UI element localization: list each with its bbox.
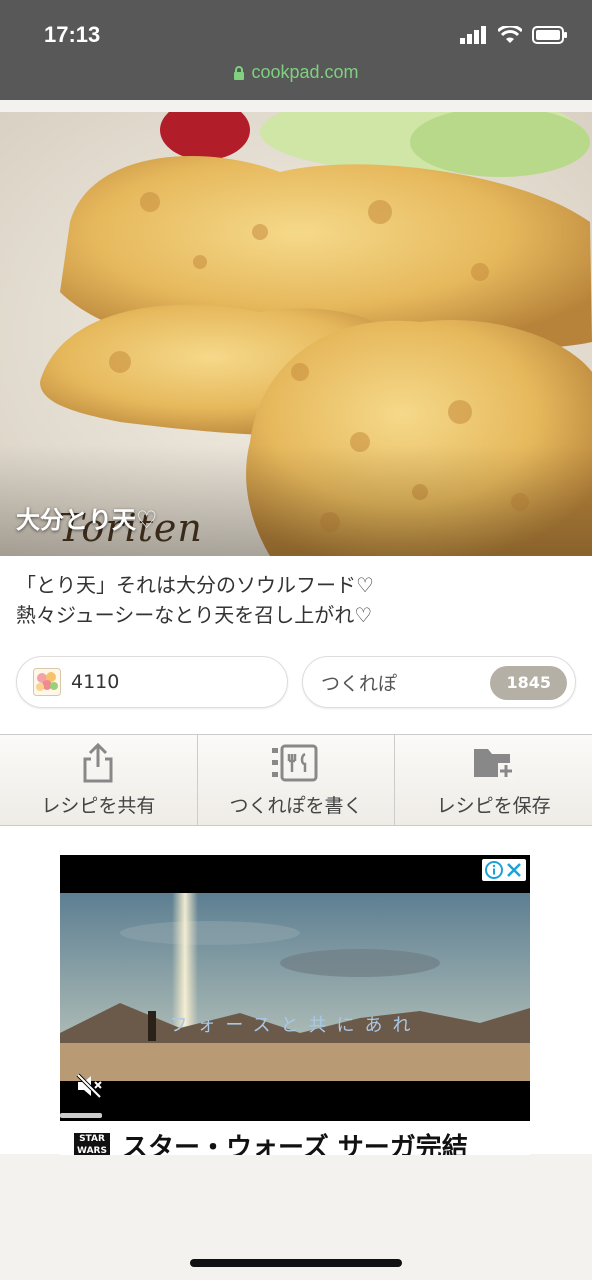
video-ad[interactable]: フォースと共にあれ STAR WARS スター・ウォーズ サーガ完結	[60, 855, 530, 1155]
ad-info-bar[interactable]: STAR WARS スター・ウォーズ サーガ完結	[60, 1121, 530, 1155]
save-recipe-button[interactable]: レシピを保存	[395, 735, 592, 825]
tsukurepo-button[interactable]: つくれぽ 1845	[302, 656, 576, 708]
tsukurepo-label: つくれぽ	[321, 672, 398, 695]
likes-button[interactable]: 4110	[16, 656, 288, 708]
bouquet-icon	[33, 668, 61, 696]
lock-icon	[234, 66, 245, 81]
recipe-description: 「とり天」それは大分のソウルフード♡ 熱々ジューシーなとり天を召し上がれ♡	[16, 570, 576, 630]
ad-choices[interactable]	[482, 859, 526, 881]
write-report-icon	[272, 744, 318, 781]
close-icon[interactable]	[505, 861, 523, 879]
description-line: 「とり天」それは大分のソウルフード♡	[16, 573, 374, 597]
share-icon	[83, 742, 113, 782]
status-bar: 17:13 cookpad.com	[0, 0, 592, 100]
share-recipe-button[interactable]: レシピを共有	[0, 735, 198, 825]
fried-chicken-image	[0, 112, 592, 556]
starwars-logo: STAR WARS	[74, 1133, 110, 1155]
wifi-icon	[498, 26, 522, 43]
description-line: 熱々ジューシーなとり天を召し上がれ♡	[16, 603, 373, 627]
write-tsukurepo-label: つくれぽを書く	[229, 794, 363, 817]
ad-video-frame[interactable]: フォースと共にあれ	[60, 893, 530, 1121]
mute-button[interactable]	[76, 1073, 104, 1103]
battery-icon	[532, 26, 567, 44]
tsukurepo-count-badge: 1845	[490, 666, 567, 700]
action-bar: レシピを共有 つくれぽを書く レシピを保存	[0, 734, 592, 826]
write-tsukurepo-button[interactable]: つくれぽを書く	[198, 735, 396, 825]
video-progress-bar[interactable]	[60, 1113, 102, 1118]
recipe-photo[interactable]	[0, 112, 592, 556]
folder-add-icon	[473, 748, 514, 779]
url-text: cookpad.com	[251, 62, 359, 82]
recipe-title: 大分とり天♡	[16, 506, 158, 534]
info-icon[interactable]	[485, 861, 503, 879]
muted-speaker-icon[interactable]	[76, 1073, 104, 1099]
save-recipe-label: レシピを保存	[436, 794, 551, 817]
likes-count: 4110	[71, 671, 120, 693]
signal-icon	[460, 26, 486, 44]
desert-scene-image	[60, 893, 530, 1121]
address-bar[interactable]: cookpad.com	[0, 62, 592, 83]
status-icons	[460, 26, 568, 44]
home-indicator[interactable]	[190, 1259, 402, 1267]
ad-caption: フォースと共にあれ	[169, 1015, 421, 1036]
clock: 17:13	[44, 22, 101, 47]
share-recipe-label: レシピを共有	[41, 794, 156, 817]
ad-headline[interactable]: スター・ウォーズ サーガ完結	[122, 1127, 468, 1155]
